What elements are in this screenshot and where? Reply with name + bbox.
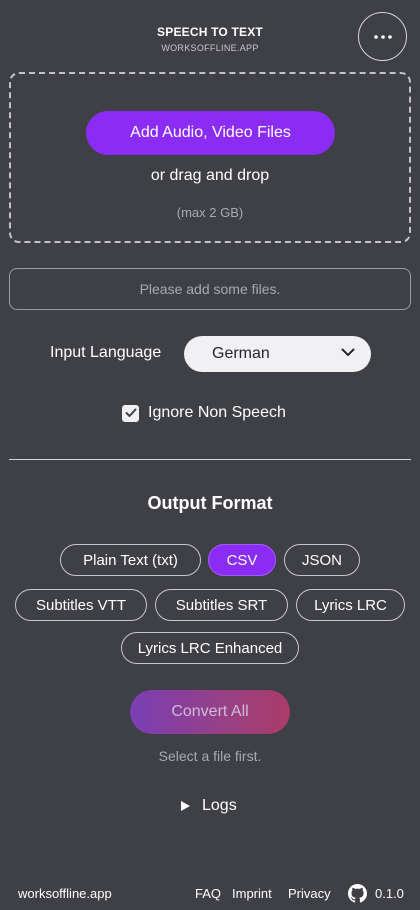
format-option-txt[interactable]: Plain Text (txt)	[60, 544, 201, 576]
footer-brand-link[interactable]: worksoffline.app	[18, 886, 112, 901]
footer: worksoffline.app FAQ Imprint Privacy 0.1…	[0, 884, 420, 906]
add-files-button[interactable]: Add Audio, Video Files	[86, 111, 335, 155]
app-title: SPEECH TO TEXT	[157, 25, 263, 39]
input-language-label: Input Language	[50, 344, 162, 361]
input-language-select[interactable]: German	[184, 336, 371, 372]
file-dropzone[interactable]: Add Audio, Video Files or drag and drop …	[9, 72, 411, 243]
header: SPEECH TO TEXT WORKSOFFLINE.APP	[0, 0, 420, 66]
drag-drop-text: or drag and drop	[150, 167, 270, 184]
max-size-text: (max 2 GB)	[176, 205, 244, 220]
format-option-lrc[interactable]: Lyrics LRC	[296, 589, 405, 621]
checkmark-icon	[125, 408, 136, 417]
github-icon[interactable]	[348, 884, 367, 903]
menu-button[interactable]	[358, 12, 407, 61]
footer-link-imprint[interactable]: Imprint	[232, 886, 272, 901]
section-divider	[9, 459, 411, 460]
format-option-vtt[interactable]: Subtitles VTT	[15, 589, 147, 621]
ignore-non-speech-label: Ignore Non Speech	[148, 404, 286, 421]
format-option-srt[interactable]: Subtitles SRT	[155, 589, 288, 621]
app-subtitle: WORKSOFFLINE.APP	[161, 43, 259, 53]
format-option-lrc-enhanced[interactable]: Lyrics LRC Enhanced	[121, 632, 299, 664]
app-version: 0.1.0	[375, 886, 404, 901]
footer-link-faq[interactable]: FAQ	[195, 886, 221, 901]
file-status-text: Please add some files.	[139, 281, 281, 297]
logs-label: Logs	[202, 797, 237, 814]
format-option-json[interactable]: JSON	[284, 544, 360, 576]
convert-hint: Select a file first.	[158, 748, 262, 764]
ignore-non-speech-checkbox[interactable]	[122, 404, 139, 422]
footer-link-privacy[interactable]: Privacy	[288, 886, 331, 901]
more-horizontal-icon	[373, 34, 392, 39]
ignore-non-speech-option[interactable]: Ignore Non Speech	[122, 404, 286, 422]
chevron-down-icon	[341, 348, 355, 356]
output-format-title: Output Format	[147, 493, 273, 513]
file-status-box: Please add some files.	[9, 268, 411, 310]
format-option-csv[interactable]: CSV	[208, 544, 276, 576]
logs-toggle[interactable]: Logs	[181, 797, 237, 815]
convert-all-button[interactable]: Convert All	[130, 690, 290, 734]
input-language-value: German	[212, 345, 270, 362]
disclosure-triangle-icon	[181, 801, 190, 811]
